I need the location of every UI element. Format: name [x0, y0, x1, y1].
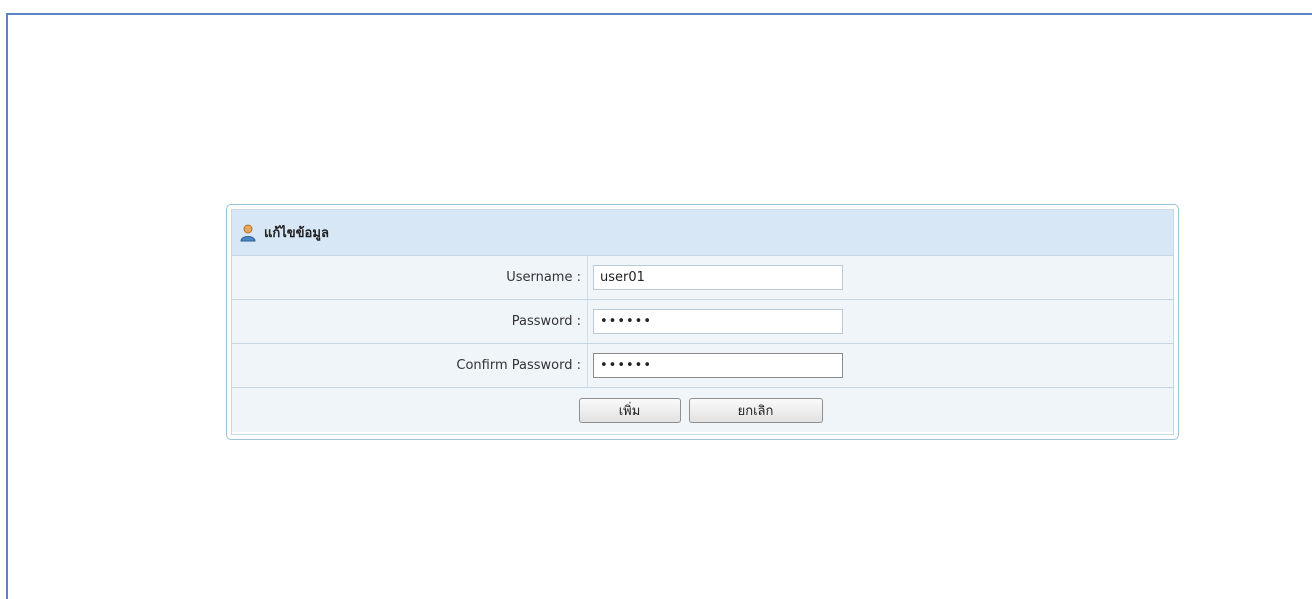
confirm-password-input-cell — [588, 344, 1173, 387]
frame-left-border — [6, 13, 8, 599]
username-label: Username : — [232, 256, 588, 299]
confirm-password-input[interactable] — [593, 353, 843, 378]
password-input-cell — [588, 300, 1173, 343]
edit-info-panel: แก้ไขข้อมูล Username : Password : Confir… — [226, 204, 1179, 440]
panel-body: แก้ไขข้อมูล Username : Password : Confir… — [231, 209, 1174, 435]
password-input[interactable] — [593, 309, 843, 334]
cancel-button[interactable]: ยกเลิก — [688, 397, 823, 423]
panel-header: แก้ไขข้อมูล — [232, 210, 1173, 256]
user-icon — [240, 224, 256, 242]
username-input-cell — [588, 256, 1173, 299]
panel-title: แก้ไขข้อมูล — [264, 226, 329, 241]
frame-top-border — [6, 13, 1312, 15]
password-row: Password : — [232, 300, 1173, 344]
confirm-password-label: Confirm Password : — [232, 344, 588, 387]
username-row: Username : — [232, 256, 1173, 300]
button-row: เพิ่ม ยกเลิก — [232, 388, 1173, 432]
confirm-password-row: Confirm Password : — [232, 344, 1173, 388]
username-input[interactable] — [593, 265, 843, 290]
add-button[interactable]: เพิ่ม — [578, 397, 681, 423]
password-label: Password : — [232, 300, 588, 343]
